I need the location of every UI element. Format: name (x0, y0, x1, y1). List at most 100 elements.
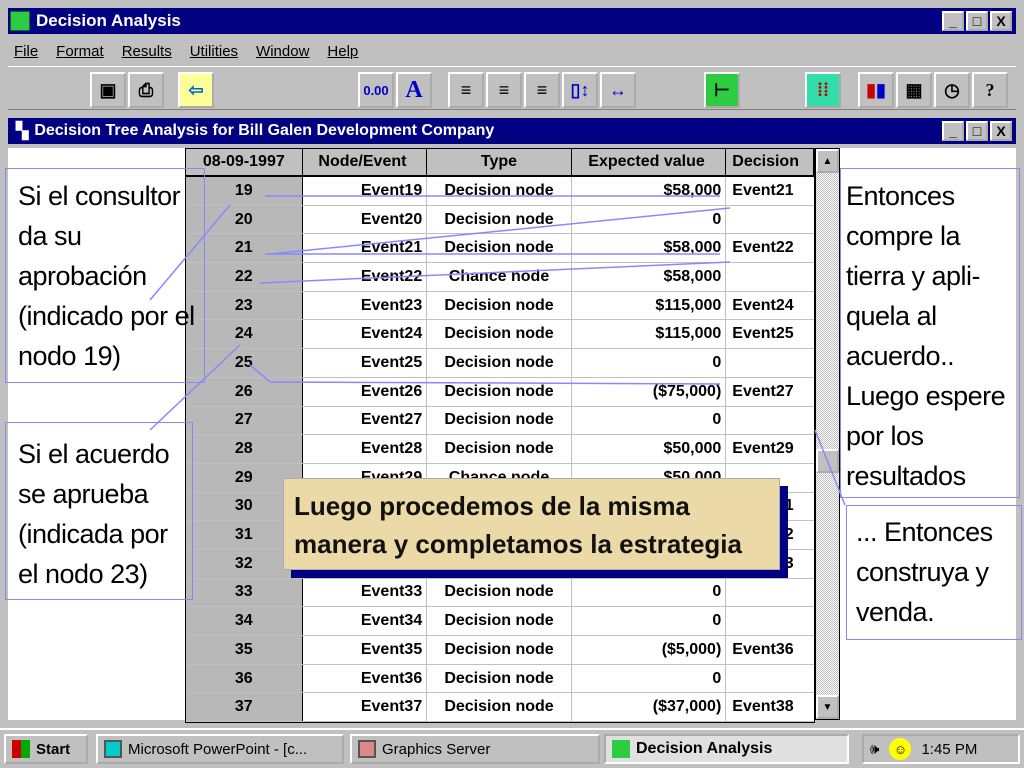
close-button[interactable]: X (990, 11, 1012, 31)
decision[interactable] (726, 407, 814, 435)
align-right-icon[interactable]: ≡ (524, 72, 560, 108)
node-event[interactable]: Event25 (303, 349, 428, 377)
decision[interactable]: Event36 (726, 636, 814, 664)
table-row[interactable]: 36 Event36 Decision node 0 (186, 664, 814, 694)
print-icon[interactable]: ⎙ (128, 72, 164, 108)
node-type[interactable]: Decision node (427, 377, 572, 406)
help-icon[interactable]: ? (972, 72, 1008, 108)
decision[interactable]: Event22 (726, 234, 814, 262)
node-type[interactable]: Decision node (427, 664, 572, 693)
number-format-icon[interactable]: 0.00 (358, 72, 394, 108)
align-center-icon[interactable]: ≡ (486, 72, 522, 108)
decision[interactable] (726, 607, 814, 635)
row-number[interactable]: 36 (186, 664, 303, 693)
decision[interactable]: Event29 (726, 435, 814, 463)
expected-value[interactable]: $115,000 (572, 291, 727, 320)
menu-help[interactable]: Help (327, 43, 358, 60)
expected-value[interactable]: ($5,000) (572, 636, 727, 664)
exit-icon[interactable]: ⇦ (178, 72, 214, 108)
decision[interactable] (726, 579, 814, 607)
decision[interactable] (726, 206, 814, 234)
scroll-thumb[interactable] (816, 449, 839, 473)
expected-value[interactable]: $115,000 (572, 320, 727, 349)
node-type[interactable]: Chance node (427, 263, 572, 291)
table-row[interactable]: 25 Event25 Decision node 0 (186, 349, 814, 378)
header-expected-value[interactable]: Expected value (571, 149, 727, 175)
node-type[interactable]: Decision node (427, 406, 572, 435)
header-decision[interactable]: Decision (726, 149, 815, 175)
font-icon[interactable]: A (396, 72, 432, 108)
column-width-icon[interactable]: ↔ (600, 72, 636, 108)
node-type[interactable]: Decision node (427, 205, 572, 234)
smiley-icon[interactable]: ☺ (889, 738, 912, 760)
expected-value[interactable]: $58,000 (572, 234, 727, 263)
menu-utilities[interactable]: Utilities (190, 43, 238, 60)
child-close-button[interactable]: X (990, 121, 1012, 141)
node-event[interactable]: Event19 (303, 177, 428, 205)
menu-file[interactable]: File (14, 43, 38, 60)
save-icon[interactable]: ▣ (90, 72, 126, 108)
decision[interactable]: Event21 (726, 177, 814, 205)
decision[interactable] (726, 263, 814, 291)
task-decision-analysis[interactable]: Decision Analysis (604, 734, 849, 764)
decision[interactable]: Event27 (726, 378, 814, 406)
expected-value[interactable]: 0 (572, 349, 727, 377)
node-event[interactable]: Event27 (303, 406, 428, 435)
menu-window[interactable]: Window (256, 43, 309, 60)
row-number[interactable]: 34 (186, 607, 303, 635)
align-left-icon[interactable]: ≡ (448, 72, 484, 108)
decision[interactable] (726, 665, 814, 693)
row-number[interactable]: 37 (186, 693, 303, 722)
row-number[interactable]: 35 (186, 636, 303, 664)
task-powerpoint[interactable]: Microsoft PowerPoint - [c... (96, 734, 344, 764)
expected-value[interactable]: ($37,000) (572, 693, 727, 722)
table-row[interactable]: 33 Event33 Decision node 0 (186, 578, 814, 608)
table-row[interactable]: 34 Event34 Decision node 0 (186, 607, 814, 636)
table-row[interactable]: 26 Event26 Decision node ($75,000) Event27 (186, 377, 814, 407)
row-number[interactable]: 28 (186, 435, 303, 463)
decision[interactable] (726, 349, 814, 377)
node-event[interactable]: Event24 (303, 320, 428, 349)
tree-icon[interactable]: ⊢ (704, 72, 740, 108)
node-type[interactable]: Decision node (427, 607, 572, 635)
table-row[interactable]: 21 Event21 Decision node $58,000 Event22 (186, 234, 814, 264)
row-number[interactable]: 33 (186, 578, 303, 607)
node-event[interactable]: Event34 (303, 607, 428, 635)
menu-results[interactable]: Results (122, 43, 172, 60)
table-row[interactable]: 24 Event24 Decision node $115,000 Event25 (186, 320, 814, 350)
node-event[interactable]: Event20 (303, 205, 428, 234)
table-row[interactable]: 28 Event28 Decision node $50,000 Event29 (186, 435, 814, 464)
node-event[interactable]: Event23 (303, 291, 428, 320)
expected-value[interactable]: 0 (572, 578, 727, 607)
start-button[interactable]: Start (4, 734, 88, 764)
expected-value[interactable]: ($75,000) (572, 377, 727, 406)
row-number[interactable]: 27 (186, 406, 303, 435)
menu-format[interactable]: Format (56, 43, 104, 60)
task-graphics-server[interactable]: Graphics Server (350, 734, 600, 764)
node-type[interactable]: Decision node (427, 320, 572, 349)
decision[interactable]: Event25 (726, 320, 814, 348)
node-type[interactable]: Decision node (427, 578, 572, 607)
header-type[interactable]: Type (427, 149, 572, 175)
expected-value[interactable]: 0 (572, 205, 727, 234)
node-event[interactable]: Event33 (303, 578, 428, 607)
table-row[interactable]: 22 Event22 Chance node $58,000 (186, 263, 814, 292)
node-event[interactable]: Event36 (303, 664, 428, 693)
scroll-down-arrow-icon[interactable]: ▼ (816, 695, 839, 719)
column-height-icon[interactable]: ▯↕ (562, 72, 598, 108)
node-type[interactable]: Decision node (427, 291, 572, 320)
node-event[interactable]: Event21 (303, 234, 428, 263)
table-row[interactable]: 27 Event27 Decision node 0 (186, 406, 814, 436)
node-event[interactable]: Event28 (303, 435, 428, 463)
expected-value[interactable]: 0 (572, 607, 727, 635)
node-event[interactable]: Event37 (303, 693, 428, 722)
header-node-event[interactable]: Node/Event (302, 149, 428, 175)
decision[interactable]: Event24 (726, 292, 814, 320)
node-type[interactable]: Decision node (427, 349, 572, 377)
node-type[interactable]: Decision node (427, 435, 572, 463)
maximize-button[interactable]: □ (966, 11, 988, 31)
table-row[interactable]: 19 Event19 Decision node $58,000 Event21 (186, 177, 814, 206)
table-row[interactable]: 35 Event35 Decision node ($5,000) Event36 (186, 636, 814, 665)
vertical-scrollbar[interactable]: ▲ ▼ (815, 148, 840, 720)
table-row[interactable]: 23 Event23 Decision node $115,000 Event24 (186, 291, 814, 321)
